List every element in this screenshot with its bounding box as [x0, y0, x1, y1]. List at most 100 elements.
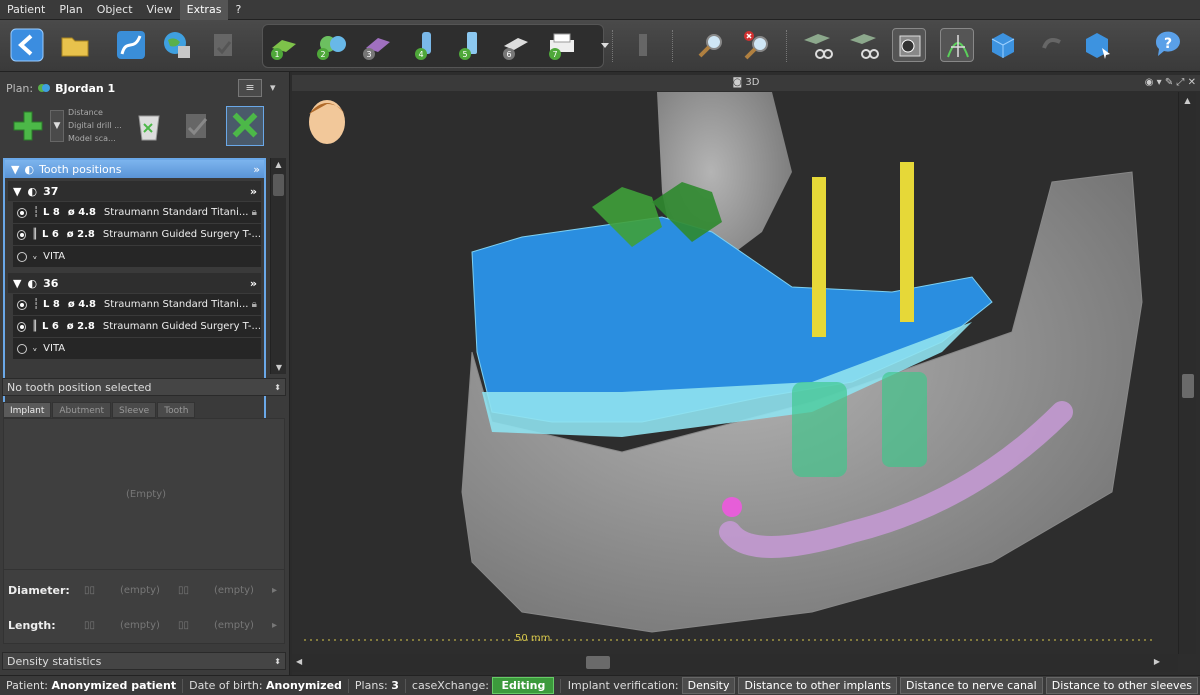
radio-button[interactable]	[17, 343, 27, 354]
3d-viewport[interactable]: ◙ 3D ◉ ▾ ✎ ⤢ ✕ 50 mm ▲ ◀ ▶	[292, 72, 1200, 675]
expand-icon[interactable]: ⤢	[1176, 77, 1184, 88]
menu-plan[interactable]: Plan	[52, 0, 89, 20]
radio-button[interactable]	[17, 207, 27, 218]
tooth-list-scrollbar[interactable]: ▲ ▼	[270, 158, 286, 374]
remove-magnifier-button[interactable]	[740, 28, 774, 62]
scroll-thumb[interactable]	[586, 656, 610, 669]
step-dropdown-button[interactable]	[588, 28, 609, 62]
magnifier-button[interactable]	[694, 28, 728, 62]
collapse-icon[interactable]: ▼	[13, 185, 21, 198]
scroll-left-icon[interactable]: ◀	[296, 657, 302, 666]
list-item[interactable]: ┆ L 8 ø 4.8 Straumann Standard Titani... 🔒︎	[13, 294, 261, 315]
plan-selector[interactable]: Plan: BJordan 1 ≡ ▾	[0, 76, 290, 100]
distance-nerve-button[interactable]: Distance to nerve canal	[899, 677, 1043, 694]
length-max-field[interactable]: ▯▯	[178, 620, 189, 631]
step-7-button[interactable]: 7	[544, 28, 578, 62]
tab-tooth[interactable]: Tooth	[157, 402, 196, 418]
add-option-model[interactable]: Model sca...	[68, 132, 122, 145]
eye-icon[interactable]: ◐	[27, 185, 37, 198]
tab-sleeve[interactable]: Sleeve	[112, 402, 157, 418]
chevron-right-icon[interactable]: ▸	[272, 620, 277, 631]
add-option-distance[interactable]: Distance	[68, 106, 122, 119]
step-2-button[interactable]: 2	[314, 28, 348, 62]
eye-icon[interactable]: ◐	[27, 277, 37, 290]
distance-sleeves-button[interactable]: Distance to other sleeves	[1045, 677, 1198, 694]
list-item[interactable]: ║ L 6 ø 2.8 Straumann Guided Surgery T-...	[13, 224, 261, 245]
menu-patient[interactable]: Patient	[0, 0, 52, 20]
list-item[interactable]: ┆ L 8 ø 4.8 Straumann Standard Titani... 🔒︎	[13, 202, 261, 223]
menu-help[interactable]: ?	[228, 0, 248, 20]
tooth-header-36[interactable]: ▼ ◐ 36 »	[8, 273, 261, 293]
chevron-down-icon[interactable]: ▾	[1157, 77, 1162, 88]
step-5-button[interactable]: 5	[452, 28, 486, 62]
undo-button[interactable]	[1034, 28, 1068, 62]
toggle-visibility-button[interactable]	[226, 106, 264, 146]
tab-implant[interactable]: Implant	[3, 402, 52, 418]
eye-icon[interactable]: ◐	[24, 163, 34, 176]
plan-dropdown-arrow[interactable]: ▾	[270, 81, 276, 94]
list-item[interactable]: ║ L 6 ø 2.8 Straumann Guided Surgery T-...	[13, 316, 261, 337]
viewport-controls[interactable]: ◉ ▾ ✎ ⤢ ✕	[1145, 75, 1196, 91]
radio-button[interactable]	[17, 299, 27, 310]
diameter-min-field[interactable]: ▯▯	[84, 585, 95, 596]
step-6-button[interactable]: 6	[498, 28, 532, 62]
step-1-button[interactable]: 1	[268, 28, 302, 62]
add-dropdown-button[interactable]: ▼	[50, 110, 64, 142]
expand-icon[interactable]: »	[250, 277, 257, 290]
delete-button[interactable]	[132, 108, 166, 144]
menu-object[interactable]: Object	[90, 0, 140, 20]
verify-button[interactable]	[180, 108, 214, 144]
pin-icon[interactable]: ✎	[1165, 77, 1173, 88]
tooth-positions-header[interactable]: ▼ ◐ Tooth positions »	[5, 160, 264, 178]
curve-button[interactable]	[114, 28, 148, 62]
list-item[interactable]: ᵥ VITA	[13, 338, 261, 359]
collapse-icon[interactable]: ▼	[13, 277, 21, 290]
implant-tool-button[interactable]	[626, 28, 660, 62]
add-button[interactable]	[10, 108, 46, 144]
add-option-drill[interactable]: Digital drill ...	[68, 119, 122, 132]
expand-icon[interactable]: »	[250, 185, 257, 198]
viewport-horizontal-scrollbar[interactable]: ◀ ▶	[292, 654, 1178, 672]
cut-model-alt-button[interactable]	[846, 28, 880, 62]
document-button[interactable]	[206, 28, 240, 62]
help-button[interactable]: ?	[1150, 28, 1184, 62]
distance-implants-button[interactable]: Distance to other implants	[738, 677, 897, 694]
close-icon[interactable]: ✕	[1188, 77, 1196, 88]
scroll-down-icon[interactable]: ▼	[273, 363, 285, 372]
tab-abutment[interactable]: Abutment	[52, 402, 112, 418]
scroll-up-icon[interactable]: ▲	[273, 160, 284, 170]
casex-editing-badge[interactable]: Editing	[492, 677, 555, 694]
arch-tool-button[interactable]	[940, 28, 974, 62]
expand-all-icon[interactable]: »	[253, 163, 260, 176]
menu-view[interactable]: View	[140, 0, 180, 20]
globe-button[interactable]	[160, 28, 194, 62]
orientation-head-icon[interactable]	[309, 100, 345, 144]
step-3-button[interactable]: 3	[360, 28, 394, 62]
eye-icon[interactable]: ◉	[1145, 77, 1154, 88]
scroll-up-icon[interactable]: ▲	[1179, 96, 1196, 105]
diameter-max-field[interactable]: ▯▯	[178, 585, 189, 596]
chevron-right-icon[interactable]: ▸	[272, 585, 277, 596]
scroll-thumb[interactable]	[273, 174, 284, 196]
radio-button[interactable]	[17, 229, 26, 240]
collapse-icon[interactable]: ▼	[11, 163, 19, 176]
cut-model-button[interactable]	[800, 28, 834, 62]
view-cube-select-button[interactable]	[1080, 28, 1114, 62]
length-min-field[interactable]: ▯▯	[84, 620, 95, 631]
radio-button[interactable]	[17, 321, 26, 332]
selection-dropdown[interactable]: No tooth position selected ⬍	[2, 378, 286, 396]
list-item[interactable]: ᵥ VITA	[13, 246, 261, 267]
open-folder-button[interactable]	[58, 28, 92, 62]
density-statistics-dropdown[interactable]: Density statistics ⬍	[2, 652, 286, 670]
lock-icon[interactable]: 🔒︎	[252, 207, 257, 218]
menu-extras[interactable]: Extras	[179, 0, 229, 20]
view-cube-button[interactable]	[986, 28, 1020, 62]
scroll-right-icon[interactable]: ▶	[1154, 657, 1160, 666]
density-tool-button[interactable]	[892, 28, 926, 62]
viewport-vertical-scrollbar[interactable]: ▲	[1178, 92, 1196, 654]
back-button[interactable]	[10, 28, 44, 62]
density-button[interactable]: Density	[681, 677, 736, 694]
radio-button[interactable]	[17, 251, 27, 262]
tooth-header-37[interactable]: ▼ ◐ 37 »	[8, 181, 261, 201]
scroll-thumb[interactable]	[1182, 374, 1194, 398]
